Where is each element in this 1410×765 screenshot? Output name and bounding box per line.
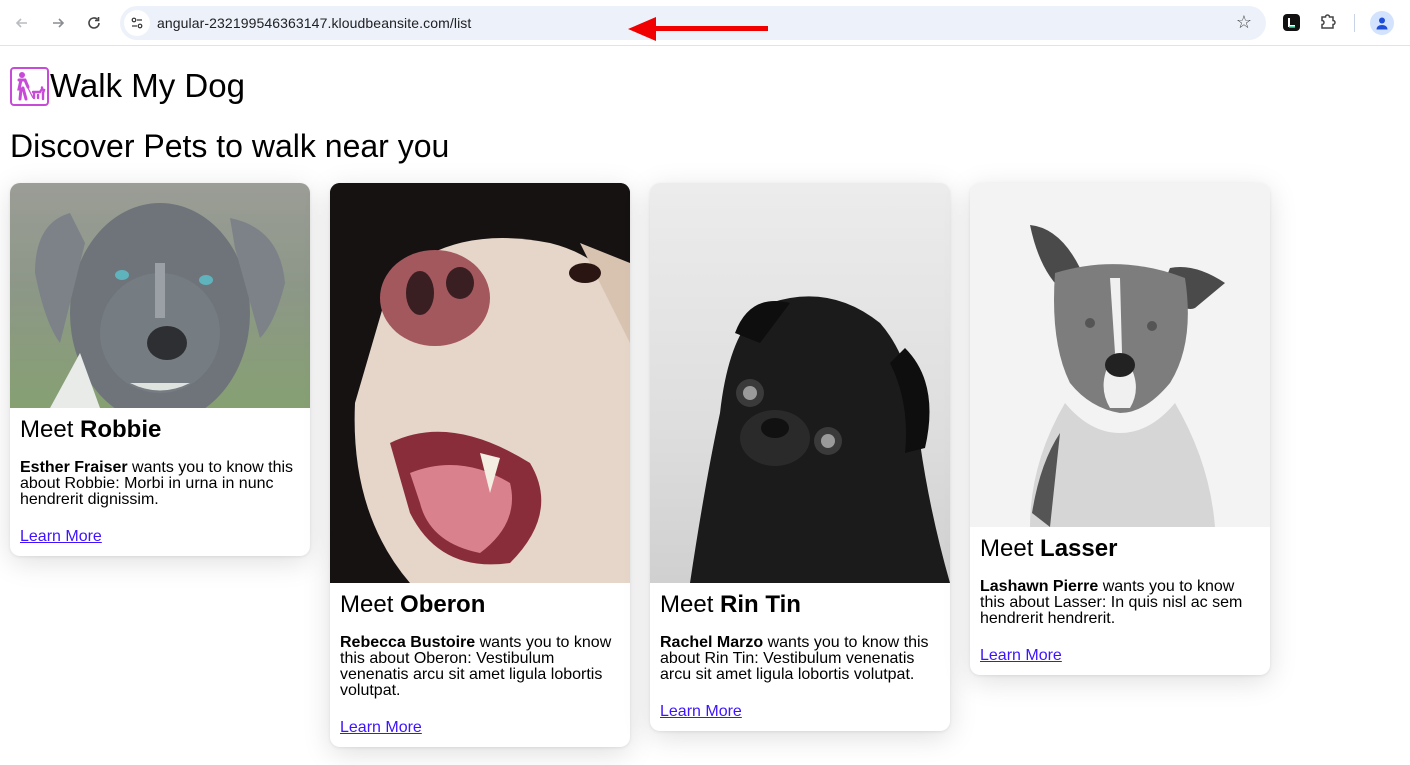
pet-title: Meet Lasser [980,535,1118,562]
owner-name: Rachel Marzo [660,634,764,651]
person-walking-dog-icon [10,66,49,106]
pet-card-oberon: Meet Oberon Rebecca Bustoire wants you t… [330,183,630,747]
pet-name: Rin Tin [720,591,801,618]
extension-l-icon[interactable] [1283,14,1300,31]
profile-icon [1376,17,1388,30]
toolbar-divider [1354,14,1355,32]
pet-title: Meet Rin Tin [660,591,801,618]
pet-description: Rachel Marzo wants you to know this abou… [660,634,929,683]
page-subtitle: Discover Pets to walk near you [10,128,450,164]
learn-more-link[interactable]: Learn More [340,719,422,737]
pet-photo [650,183,950,583]
red-arrow-annotation [628,17,768,41]
pet-photo [970,183,1270,527]
extensions-puzzle-icon[interactable] [1318,12,1338,32]
back-button[interactable] [10,11,34,35]
learn-more-link[interactable]: Learn More [20,528,102,546]
owner-name: Lashawn Pierre [980,578,1099,595]
profile-button[interactable] [1370,11,1394,35]
learn-more-link[interactable]: Learn More [660,703,742,721]
pet-photo [330,183,630,583]
site-info-icon [131,17,143,29]
app-title: Walk My Dog [50,67,245,104]
pet-title: Meet Oberon [340,591,486,618]
site-info-button[interactable] [124,10,150,36]
owner-name: Esther Fraiser [20,459,128,476]
url-text[interactable]: angular-232199546363147.kloudbeansite.co… [157,15,471,31]
brand-header: Walk My Dog [10,66,245,106]
pet-description: Rebecca Bustoire wants you to know this … [340,634,612,699]
forward-button[interactable] [46,11,70,35]
pet-name: Oberon [400,591,486,618]
bookmark-star-icon[interactable]: ☆ [1236,12,1252,33]
owner-name: Rebecca Bustoire [340,634,476,651]
pet-title: Meet Robbie [20,416,162,443]
pet-description: Esther Fraiser wants you to know this ab… [20,459,294,508]
pet-card-robbie: Meet Robbie Esther Fraiser wants you to … [10,183,310,556]
pet-card-rin-tin: Meet Rin Tin Rachel Marzo wants you to k… [650,183,950,731]
learn-more-link[interactable]: Learn More [980,647,1062,665]
browser-toolbar: angular-232199546363147.kloudbeansite.co… [0,0,1410,46]
pet-name: Lasser [1040,535,1118,562]
back-icon [15,18,27,28]
forward-icon [53,18,65,28]
reload-button[interactable] [82,11,106,35]
pet-card-lasser: Meet Lasser Lashawn Pierre wants you to … [970,183,1270,675]
pet-photo [10,183,310,408]
address-bar[interactable]: angular-232199546363147.kloudbeansite.co… [120,6,1266,41]
reload-icon [88,17,100,29]
pet-description: Lashawn Pierre wants you to know this ab… [980,578,1243,627]
pet-name: Robbie [80,416,162,443]
